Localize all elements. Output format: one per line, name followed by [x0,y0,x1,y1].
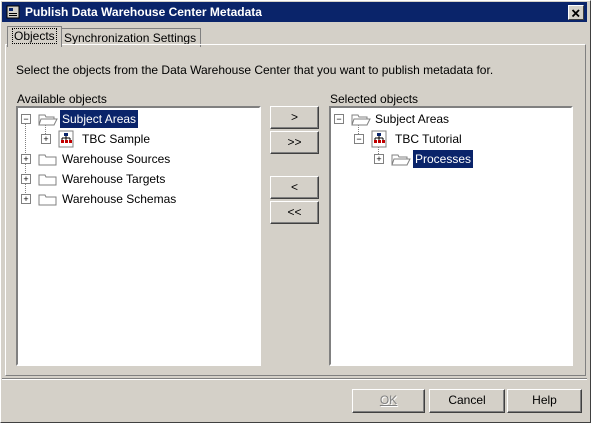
close-button[interactable] [568,5,584,20]
remove-all-button[interactable]: << [270,201,319,224]
expand-icon[interactable]: + [41,134,51,144]
help-button[interactable]: Help [507,389,582,413]
selected-objects-label: Selected objects [330,92,419,106]
add-button[interactable]: > [270,106,319,129]
tab-objects-label: Objects [12,28,57,44]
tree-node-label: Processes [413,150,474,168]
tab-synchronization-label: Synchronization Settings [64,31,197,45]
tree-node-label: Warehouse Sources [62,152,171,166]
tree-node-label: Warehouse Schemas [62,192,177,206]
expand-icon[interactable]: + [374,154,384,164]
instructions-text: Select the objects from the Data Warehou… [16,63,494,77]
title-bar[interactable]: Publish Data Warehouse Center Metadata [2,2,587,22]
available-objects-label: Available objects [17,92,107,106]
close-icon [571,9,580,18]
folder-icon [38,154,57,166]
subject-area-icon [58,130,74,148]
collapse-icon[interactable]: − [21,114,31,124]
footer-separator [2,378,587,380]
app-icon [6,5,20,19]
folder-icon [38,194,57,206]
ok-button[interactable]: OK [352,389,425,413]
tree-node-label: Warehouse Targets [62,172,166,186]
subject-area-icon [371,130,387,148]
collapse-icon[interactable]: − [354,134,364,144]
collapse-icon[interactable]: − [334,114,344,124]
tab-objects[interactable]: Objects [7,26,62,47]
available-objects-tree[interactable]: − Subject Areas + TBC Sample + Warehouse… [16,106,261,366]
remove-button[interactable]: < [270,176,319,199]
expand-icon[interactable]: + [21,194,31,204]
tree-node-label: Subject Areas [60,110,139,128]
tree-node-label: TBC Tutorial [395,132,462,146]
folder-open-icon [38,114,58,126]
folder-icon [38,174,57,186]
tree-node-label: Subject Areas [375,112,450,126]
ok-button-label: OK [379,393,398,407]
selected-objects-tree[interactable]: − Subject Areas − TBC Tutorial + Process… [329,106,573,366]
expand-icon[interactable]: + [21,174,31,184]
add-all-button[interactable]: >> [270,131,319,154]
folder-open-icon [351,114,371,126]
cancel-button[interactable]: Cancel [429,389,505,413]
tree-node-label: TBC Sample [82,132,151,146]
window-title: Publish Data Warehouse Center Metadata [25,5,262,19]
expand-icon[interactable]: + [21,154,31,164]
folder-open-icon [391,154,411,166]
